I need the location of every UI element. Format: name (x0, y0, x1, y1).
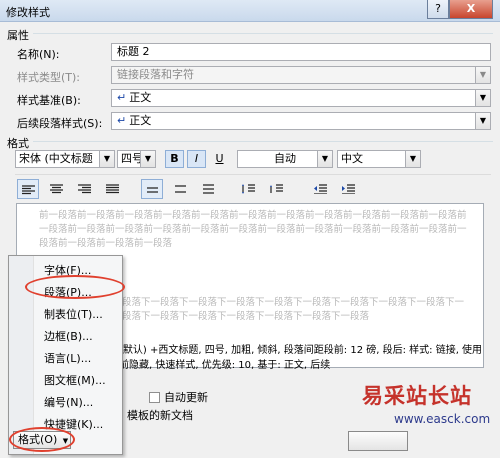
based-on-value: 正文 (129, 91, 152, 104)
watermark-title: 易采站长站 (362, 383, 472, 408)
font-select[interactable]: 宋体 (中文标题 ▼ (15, 150, 115, 168)
chevron-down-icon[interactable]: ▼ (317, 151, 332, 167)
space-before-icon[interactable] (237, 179, 259, 199)
single-spacing-icon[interactable] (141, 179, 163, 199)
paragraph-mark-icon: ↵ (117, 91, 127, 104)
chevron-down-icon[interactable]: ▼ (405, 151, 420, 167)
chevron-down-icon: ▼ (475, 67, 490, 83)
checkbox-box[interactable] (149, 392, 160, 403)
chevron-down-icon[interactable]: ▼ (475, 90, 490, 106)
template-option-label: 模板的新文档 (127, 409, 193, 422)
title-bar: 修改样式 ? X (0, 0, 500, 22)
style-description: (默认) +西文标题, 四号, 加粗, 倾斜, 段落间距段前: 12 磅, 段后… (119, 345, 483, 371)
window-title: 修改样式 (6, 6, 50, 19)
font-value: 宋体 (中文标题 (19, 152, 93, 165)
align-right-icon[interactable] (73, 179, 95, 199)
help-button[interactable]: ? (427, 0, 449, 19)
watermark-url: www.easck.com (394, 412, 491, 426)
preview-previous-paragraph: 前一段落前一段落前一段落前一段落前一段落前一段落前一段落前一段落前一段落前一段落… (39, 210, 467, 249)
decrease-indent-icon[interactable] (309, 179, 331, 199)
next-style-label: 后续段落样式(S): (17, 117, 103, 130)
properties-separator (33, 33, 493, 34)
format-separator (33, 141, 493, 142)
menu-item-border[interactable]: 边框(B)... (44, 328, 93, 344)
auto-update-label: 自动更新 (164, 391, 208, 404)
auto-update-checkbox[interactable]: 自动更新 (149, 389, 208, 405)
style-type-select: 链接段落和字符 ▼ (111, 66, 491, 84)
paragraph-mark-icon: ↵ (117, 114, 127, 127)
align-left-icon[interactable] (17, 179, 39, 199)
bold-button[interactable]: B (165, 150, 184, 168)
justify-icon[interactable] (101, 179, 123, 199)
menu-item-frame[interactable]: 图文框(M)... (44, 372, 106, 388)
space-after-icon[interactable] (265, 179, 287, 199)
chevron-down-icon[interactable]: ▼ (140, 151, 155, 167)
menu-item-language[interactable]: 语言(L)... (44, 350, 91, 366)
site-watermark: 易采站长站 www.easck.com (358, 380, 500, 458)
align-center-icon[interactable] (45, 179, 67, 199)
font-color-value: 自动 (274, 152, 296, 165)
close-button[interactable]: X (449, 0, 493, 19)
style-type-label: 样式类型(T): (17, 71, 81, 84)
format-section-label: 格式 (7, 137, 29, 150)
preview-next-paragraph: 段落下一段落下一段落下一段落下一段落下一段落下一段落下一段落下一段落下一段落下一… (122, 297, 465, 322)
increase-indent-icon[interactable] (337, 179, 359, 199)
based-on-label: 样式基准(B): (17, 94, 81, 107)
style-type-value: 链接段落和字符 (117, 68, 194, 81)
menu-item-numbering[interactable]: 编号(N)... (44, 394, 93, 410)
chevron-down-icon[interactable]: ▼ (99, 151, 114, 167)
font-size-select[interactable]: 四号 ▼ (117, 150, 156, 168)
double-spacing-icon[interactable] (197, 179, 219, 199)
italic-button[interactable]: I (187, 150, 206, 168)
language-value: 中文 (341, 152, 363, 165)
name-value: 标题 2 (117, 45, 150, 58)
based-on-select[interactable]: ↵ 正文 ▼ (111, 89, 491, 107)
name-input[interactable]: 标题 2 (111, 43, 491, 61)
properties-section-label: 属性 (7, 29, 29, 42)
next-style-value: 正文 (129, 114, 152, 127)
menu-item-tabs[interactable]: 制表位(T)... (44, 306, 103, 322)
language-select[interactable]: 中文 ▼ (337, 150, 421, 168)
paragraph-highlight-ellipse (25, 275, 125, 299)
underline-button[interactable]: U (210, 150, 229, 168)
font-color-select[interactable]: 自动 ▼ (237, 150, 333, 168)
toolbar-separator (15, 174, 491, 175)
one-half-spacing-icon[interactable] (169, 179, 191, 199)
next-style-select[interactable]: ↵ 正文 ▼ (111, 112, 491, 130)
name-label: 名称(N): (17, 48, 60, 61)
format-button-highlight-ellipse (9, 427, 75, 452)
chevron-down-icon[interactable]: ▼ (475, 113, 490, 129)
